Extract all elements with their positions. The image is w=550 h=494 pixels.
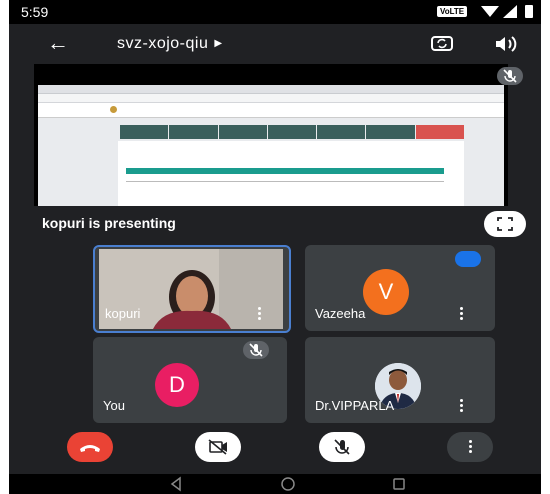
table-header [126,168,444,174]
step [415,125,464,139]
participant-tile-kopuri[interactable]: kopuri [93,245,291,333]
participant-tile-vipparla[interactable]: Dr.VIPPARLA [305,337,495,423]
more-vert-icon [466,440,474,454]
site-header [38,103,504,118]
nav-home-icon[interactable] [281,477,295,491]
mic-off-badge [243,341,269,359]
mic-off-icon [503,69,517,83]
participant-name: Dr.VIPPARLA [315,398,395,413]
wifi-icon [481,6,499,17]
battery-icon [525,5,533,18]
nav-recents-icon[interactable] [393,478,405,490]
step [317,125,366,139]
nav-back-icon[interactable] [170,476,181,492]
meeting-code: svz-xojo-qiu [117,35,209,52]
step [169,125,218,139]
fullscreen-icon [497,217,513,231]
end-call-button[interactable] [67,432,113,462]
more-vert-icon[interactable] [457,399,465,413]
end-call-icon [80,445,100,452]
step [366,125,415,139]
switch-camera-icon[interactable] [431,34,453,52]
back-arrow-icon[interactable]: ← [47,32,69,54]
android-nav-bar [9,474,541,494]
step [120,125,169,139]
phone-screen: 5:59 VoLTE ← svz-xojo-qiu ▶ kopuri is pr… [9,0,541,494]
more-vert-icon[interactable] [457,307,465,321]
step [267,125,317,139]
participant-name: Vazeeha [315,306,366,321]
mic-off-icon [249,343,263,357]
status-bar: 5:59 VoLTE [9,0,541,24]
camera-toggle-button[interactable] [195,432,241,462]
meeting-title-button[interactable]: svz-xojo-qiu ▶ [117,35,223,53]
table-row [126,175,444,182]
signal-icon [503,5,517,18]
avatar: V [363,269,409,315]
volte-badge: VoLTE [437,6,468,17]
presenter-mic-off-badge [497,67,523,85]
presenting-label: kopuri is presenting [42,215,176,231]
speaker-icon[interactable] [493,34,519,54]
more-options-button[interactable] [447,432,493,462]
browser-tab-strip [38,85,504,94]
progress-steps [120,125,464,139]
participant-tile-you[interactable]: D You [93,337,287,423]
mic-toggle-button[interactable] [319,432,365,462]
shared-screen-content [38,85,504,209]
step [218,125,267,139]
project-request-panel [118,141,464,209]
mic-off-icon [334,439,350,455]
participant-name: kopuri [105,306,141,321]
camera-off-icon [208,439,227,455]
participant-name: You [103,398,125,413]
site-logo [110,106,120,114]
more-vert-icon[interactable] [255,307,263,321]
status-time: 5:59 [21,4,49,20]
presenting-bar: kopuri is presenting [34,206,526,242]
speaking-indicator [455,251,481,267]
meeting-top-bar: ← svz-xojo-qiu ▶ [9,24,541,64]
avatar: D [155,363,199,407]
caret-icon: ▶ [214,38,223,49]
browser-address-bar [38,94,504,103]
fullscreen-button[interactable] [484,211,526,237]
participant-tile-vazeeha[interactable]: V Vazeeha [305,245,495,331]
